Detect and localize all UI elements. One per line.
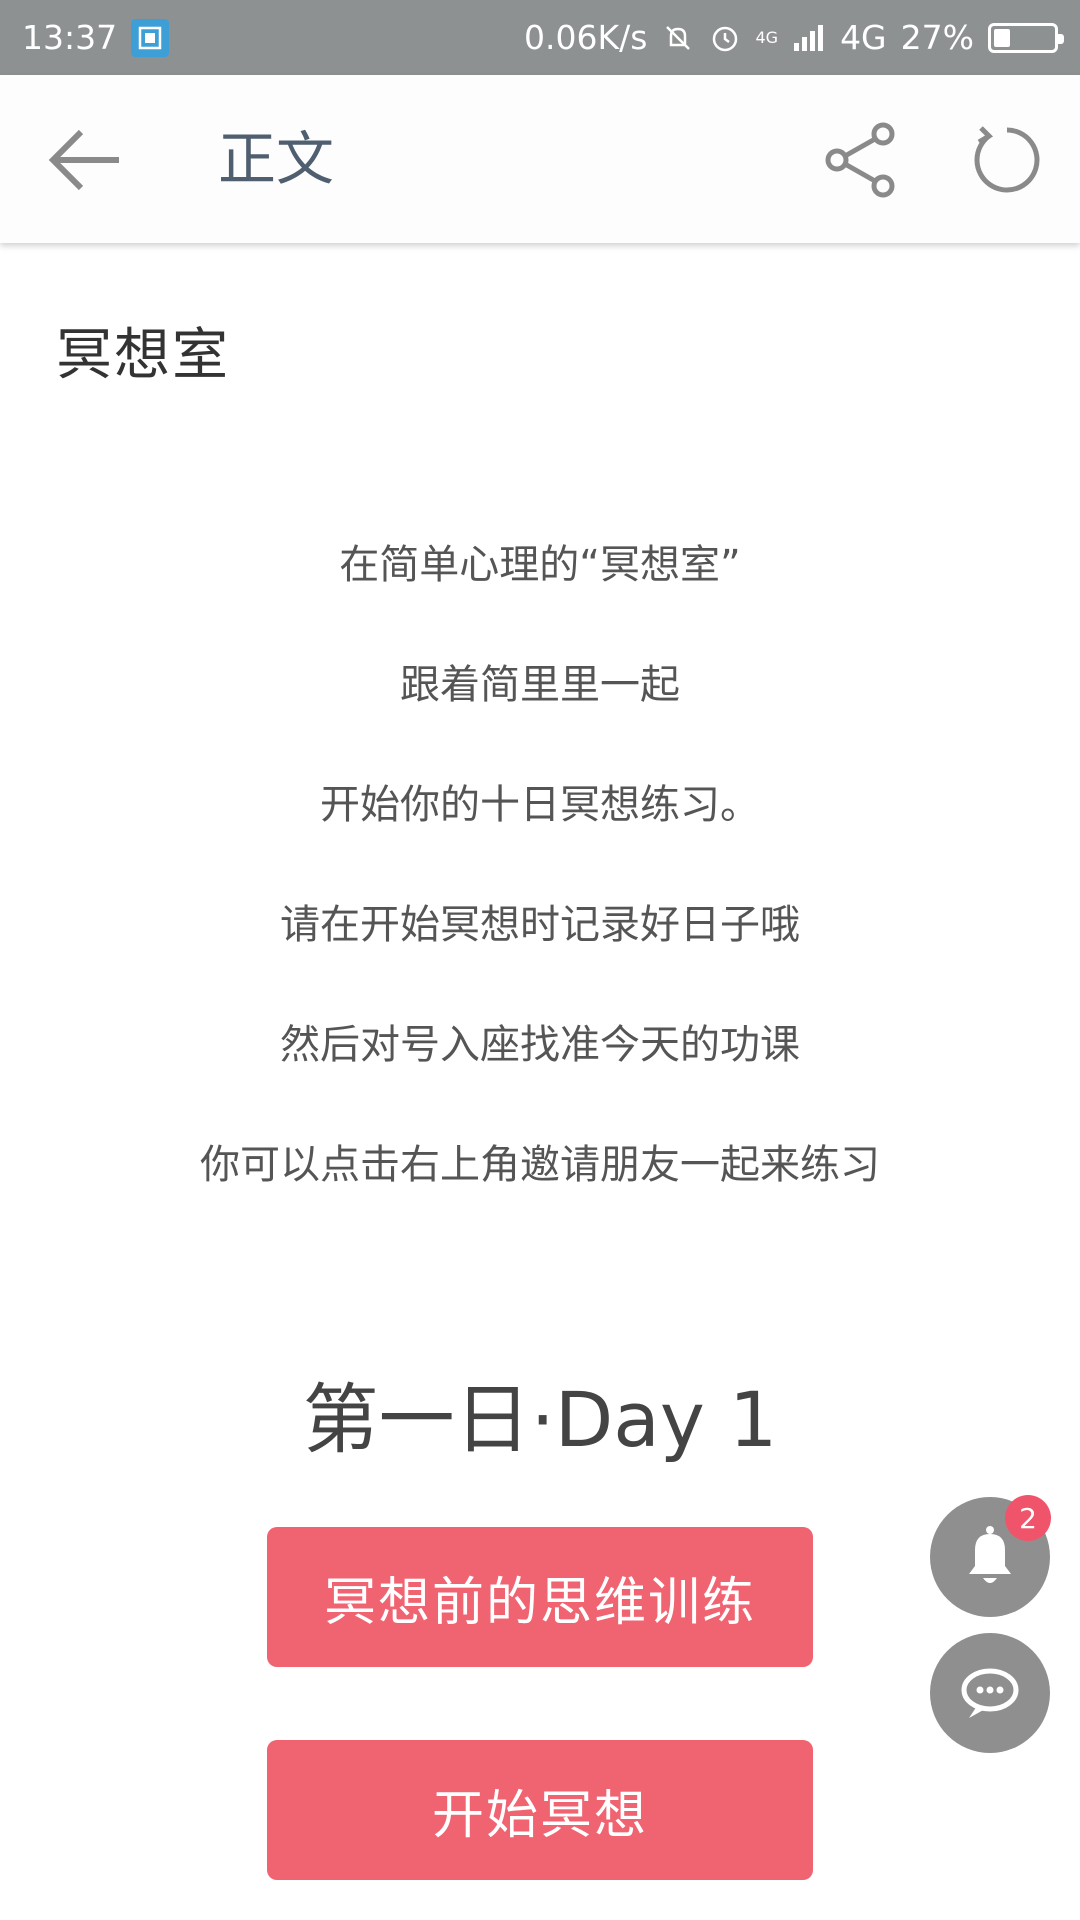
status-bar: 13:37 0.06K/s 4G 4G 27% — [0, 0, 1080, 75]
page-title: 正文 — [218, 125, 335, 193]
paragraph-5: 然后对号入座找准今天的功课 — [280, 1022, 800, 1068]
notification-badge: 2 — [1005, 1495, 1051, 1541]
app-bar: 正文 — [0, 75, 1080, 243]
start-meditation-button[interactable]: 开始冥想 — [267, 1740, 813, 1880]
paragraph-4: 请在开始冥想时记录好日子哦 — [280, 902, 800, 948]
paragraph-1: 在简单心理的“冥想室” — [339, 542, 741, 588]
day-title: 第一日·Day 1 — [302, 1375, 778, 1464]
thinking-training-button[interactable]: 冥想前的思维训练 — [267, 1527, 813, 1667]
mute-vibrate-icon — [661, 21, 695, 55]
chat-button[interactable] — [930, 1633, 1050, 1753]
chat-bubble-icon — [961, 1668, 1019, 1718]
battery-fill — [994, 28, 1010, 47]
screen-recorder-icon — [131, 18, 170, 57]
refresh-button[interactable] — [964, 117, 1050, 203]
network-type-small: 4G — [755, 27, 779, 47]
signal-icon — [792, 23, 826, 53]
paragraph-3: 开始你的十日冥想练习。 — [320, 782, 760, 828]
article-body: 在简单心理的“冥想室” 跟着简里里一起 开始你的十日冥想练习。 请在开始冥想时记… — [0, 535, 1080, 1255]
refresh-icon — [974, 126, 1040, 193]
share-button[interactable] — [818, 117, 904, 203]
share-icon — [825, 122, 895, 198]
network-type: 4G — [840, 18, 887, 57]
arrow-left-icon — [48, 129, 119, 191]
paragraph-6: 你可以点击右上角邀请朋友一起来练习 — [200, 1142, 880, 1188]
back-button[interactable] — [42, 117, 128, 203]
article-heading: 冥想室 — [56, 323, 230, 388]
paragraph-2: 跟着简里里一起 — [400, 662, 680, 708]
alarm-icon — [709, 22, 741, 54]
network-speed: 0.06K/s — [524, 18, 648, 57]
status-time: 13:37 — [22, 18, 118, 57]
battery-percent: 27% — [900, 18, 974, 57]
battery-icon — [988, 22, 1064, 53]
